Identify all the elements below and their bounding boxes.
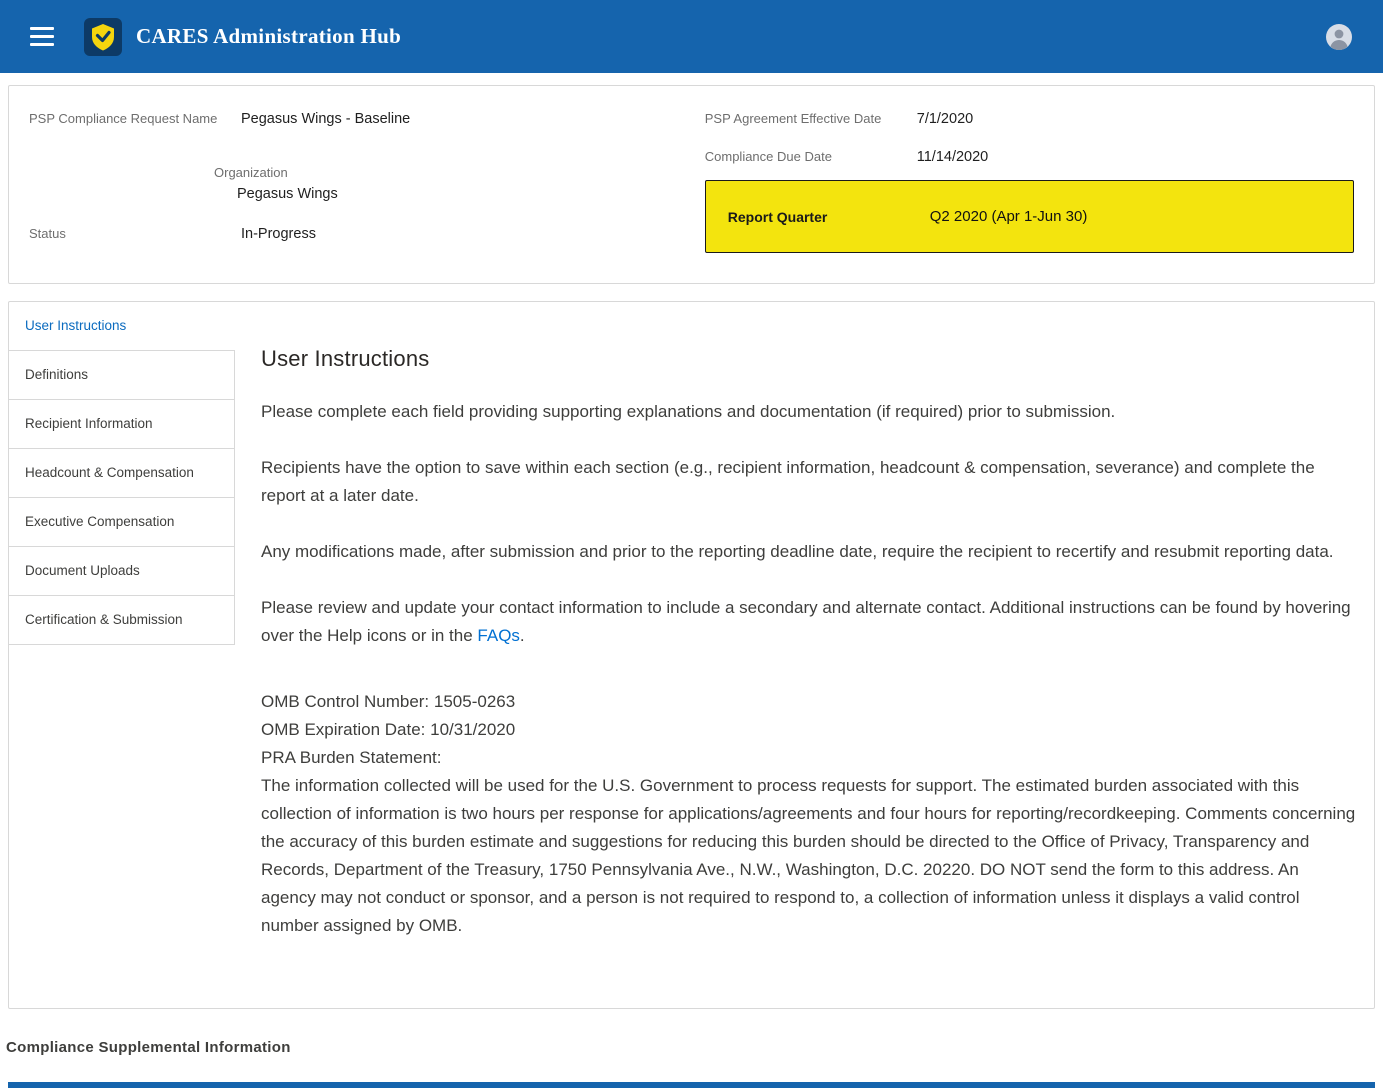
- report-quarter-label: Report Quarter: [728, 209, 930, 225]
- due-date-value: 11/14/2020: [917, 148, 1354, 166]
- hamburger-icon: [30, 27, 54, 30]
- instructions-paragraph-1: Please complete each field providing sup…: [261, 398, 1356, 426]
- nav-item-certification-submission[interactable]: Certification & Submission: [9, 595, 234, 645]
- organization-field: Organization Pegasus Wings: [214, 164, 705, 203]
- instructions-paragraph-4: Please review and update your contact in…: [261, 594, 1356, 650]
- app-logo-icon: [84, 18, 122, 56]
- nav-item-executive-compensation[interactable]: Executive Compensation: [9, 497, 234, 546]
- nav-item-definitions[interactable]: Definitions: [9, 350, 234, 399]
- report-sections-card: User Instructions Definitions Recipient …: [8, 301, 1375, 1009]
- summary-right-column: PSP Agreement Effective Date 7/1/2020 Co…: [705, 110, 1354, 253]
- faq-sentence-suffix: .: [520, 626, 525, 645]
- request-name-label: PSP Compliance Request Name: [29, 110, 241, 128]
- menu-button[interactable]: [30, 27, 54, 46]
- pra-burden-label: PRA Burden Statement:: [261, 744, 1356, 772]
- effective-date-label: PSP Agreement Effective Date: [705, 110, 917, 128]
- supplemental-section-header-bar: [8, 1082, 1375, 1088]
- nav-item-headcount-compensation[interactable]: Headcount & Compensation: [9, 448, 234, 497]
- top-navigation-bar: CARES Administration Hub: [0, 0, 1383, 73]
- nav-item-document-uploads[interactable]: Document Uploads: [9, 546, 234, 595]
- report-quarter-value: Q2 2020 (Apr 1-Jun 30): [930, 208, 1088, 225]
- request-name-value: Pegasus Wings - Baseline: [241, 110, 705, 128]
- pra-burden-text: The information collected will be used f…: [261, 772, 1356, 940]
- user-avatar-icon[interactable]: [1325, 23, 1353, 51]
- supplemental-section-title: Compliance Supplemental Information: [6, 1039, 1383, 1056]
- faq-sentence-prefix: Please review and update your contact in…: [261, 598, 1351, 645]
- effective-date-value: 7/1/2020: [917, 110, 1354, 128]
- faqs-link[interactable]: FAQs: [477, 626, 520, 645]
- nav-item-recipient-information[interactable]: Recipient Information: [9, 399, 234, 448]
- panel-heading: User Instructions: [261, 346, 1356, 372]
- report-quarter-highlight: Report Quarter Q2 2020 (Apr 1-Jun 30): [705, 180, 1354, 253]
- omb-statement-block: OMB Control Number: 1505-0263 OMB Expira…: [261, 688, 1356, 940]
- status-value: In-Progress: [241, 225, 705, 243]
- due-date-label: Compliance Due Date: [705, 148, 917, 166]
- instructions-paragraph-2: Recipients have the option to save withi…: [261, 454, 1356, 510]
- status-label: Status: [29, 225, 241, 243]
- compliance-summary-card: PSP Compliance Request Name Pegasus Wing…: [8, 85, 1375, 284]
- user-instructions-panel: User Instructions Please complete each f…: [235, 302, 1374, 1008]
- organization-value: Pegasus Wings: [214, 185, 705, 203]
- section-nav-list: Definitions Recipient Information Headco…: [9, 350, 235, 645]
- summary-left-column: PSP Compliance Request Name Pegasus Wing…: [29, 110, 705, 253]
- nav-item-user-instructions[interactable]: User Instructions: [9, 318, 235, 350]
- omb-expiration-date: OMB Expiration Date: 10/31/2020: [261, 716, 1356, 744]
- section-nav: User Instructions Definitions Recipient …: [9, 302, 235, 1008]
- omb-control-number: OMB Control Number: 1505-0263: [261, 688, 1356, 716]
- organization-label: Organization: [214, 164, 705, 181]
- instructions-paragraph-3: Any modifications made, after submission…: [261, 538, 1356, 566]
- app-title: CARES Administration Hub: [136, 24, 401, 49]
